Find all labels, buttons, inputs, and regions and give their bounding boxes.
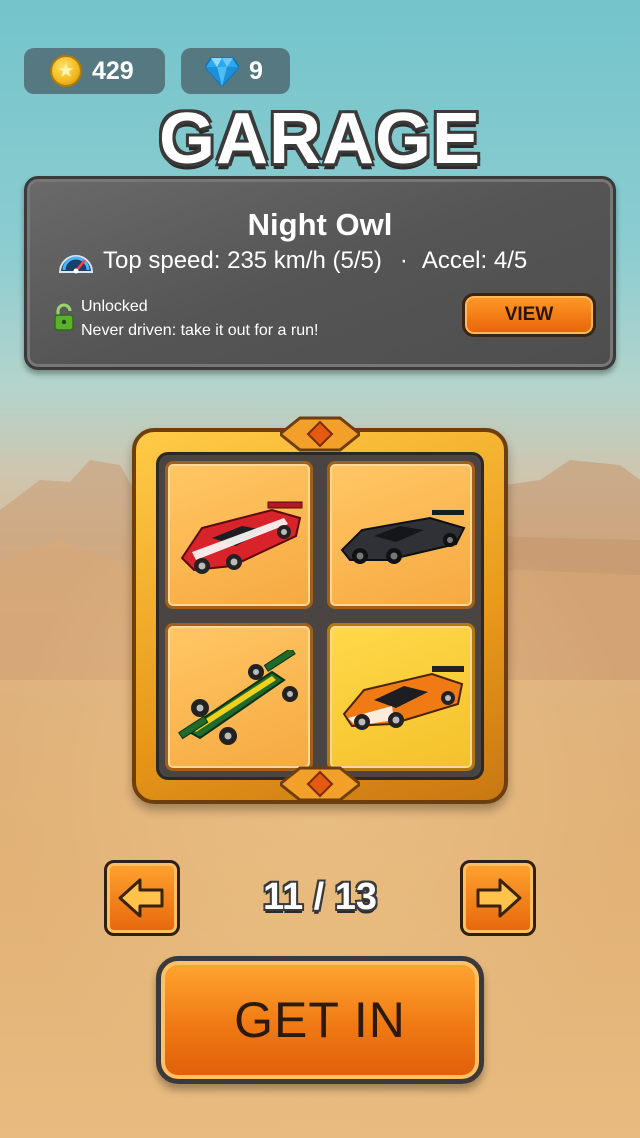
car-grid: [132, 416, 508, 804]
unlock-info: Unlocked Never driven: take it out for a…: [81, 295, 318, 343]
gem-count: 9: [249, 56, 263, 85]
coin-icon: ★: [50, 55, 82, 87]
red-race-car-icon: [180, 501, 303, 574]
car-info-panel: Night Owl Top speed: 235 km/h (5/5) · Ac…: [24, 176, 616, 370]
stat-separator: ·: [399, 247, 408, 274]
view-button[interactable]: VIEW: [462, 293, 596, 337]
frame-gem-ornament-bottom: [280, 766, 360, 802]
car-tile-black-hypercar[interactable]: [327, 461, 475, 609]
unlocked-padlock-icon: [54, 303, 74, 331]
get-in-button[interactable]: GET IN: [156, 956, 484, 1084]
page-counter: 11 / 13: [262, 876, 378, 918]
page-title: GARAGE: [158, 99, 482, 179]
car-tile-red-race-car[interactable]: [165, 461, 313, 609]
coin-balance: ★ 429: [24, 48, 165, 94]
frame-gem-ornament-top: [280, 416, 360, 452]
car-tile-orange-prototype-car[interactable]: [327, 623, 475, 771]
orange-prototype-car-icon: [342, 666, 464, 730]
car-tile-green-formula-car[interactable]: [165, 623, 313, 771]
previous-car-button[interactable]: [104, 860, 180, 936]
accel-stat: Accel: 4/5: [421, 247, 528, 274]
gem-balance: 9: [181, 48, 290, 94]
car-name: Night Owl: [247, 207, 393, 242]
arrow-right-icon: [476, 878, 522, 918]
black-hypercar-icon: [340, 510, 466, 564]
unlock-status: Unlocked: [81, 298, 148, 315]
green-formula-car-icon: [178, 650, 298, 745]
drive-note: Never driven: take it out for a run!: [81, 322, 319, 339]
top-speed-stat: Top speed: 235 km/h (5/5): [103, 247, 382, 274]
arrow-left-icon: [118, 878, 164, 918]
car-stats: Top speed: 235 km/h (5/5) · Accel: 4/5: [57, 243, 597, 279]
coin-count: 429: [92, 56, 134, 85]
car-grid-inner: [156, 452, 484, 780]
next-car-button[interactable]: [460, 860, 536, 936]
speedometer-icon: [58, 255, 94, 274]
diamond-icon: [205, 57, 239, 86]
